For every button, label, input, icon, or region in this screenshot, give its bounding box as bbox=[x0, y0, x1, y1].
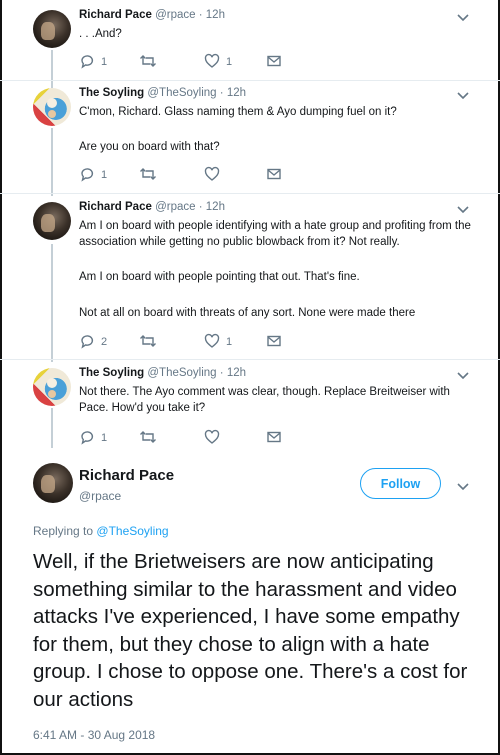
tweet-text: Are you on board with that? bbox=[79, 141, 220, 153]
reply-count: 1 bbox=[101, 169, 108, 181]
retweet-button[interactable] bbox=[139, 429, 163, 447]
tweet-header: Richard Pace @rpace · 12h bbox=[79, 9, 225, 21]
author-name[interactable]: Richard Pace bbox=[79, 467, 174, 484]
retweet-icon bbox=[139, 429, 157, 448]
reply-button[interactable]: 1 bbox=[79, 166, 107, 184]
heart-icon bbox=[204, 429, 220, 448]
separator: · bbox=[198, 9, 203, 21]
avatar[interactable] bbox=[33, 463, 73, 503]
reply-icon bbox=[79, 429, 95, 448]
reply-button[interactable]: 1 bbox=[79, 429, 107, 447]
retweet-icon bbox=[139, 53, 157, 72]
follow-button[interactable]: Follow bbox=[360, 468, 441, 499]
avatar[interactable] bbox=[33, 368, 71, 406]
replying-handle-link[interactable]: @TheSoyling bbox=[96, 524, 168, 538]
avatar[interactable] bbox=[33, 10, 71, 48]
reply-icon bbox=[79, 333, 95, 352]
reply-button[interactable]: 1 bbox=[79, 53, 107, 71]
separator: · bbox=[219, 87, 224, 99]
retweet-icon bbox=[139, 166, 157, 185]
message-button[interactable] bbox=[266, 166, 282, 184]
tweet-text: C'mon, Richard. Glass naming them & Ayo … bbox=[79, 106, 397, 118]
author-name[interactable]: The Soyling bbox=[79, 367, 144, 379]
author-handle[interactable]: @rpace bbox=[155, 9, 195, 21]
retweet-button[interactable] bbox=[139, 333, 163, 351]
like-button[interactable]: 1 bbox=[204, 333, 232, 351]
author-handle[interactable]: @rpace bbox=[155, 201, 195, 213]
tweet-text: Am I on board with people pointing that … bbox=[79, 271, 360, 283]
chevron-down-icon[interactable] bbox=[456, 479, 470, 493]
separator: · bbox=[198, 201, 203, 213]
divider bbox=[0, 193, 500, 194]
author-handle[interactable]: @rpace bbox=[79, 489, 121, 503]
message-button[interactable] bbox=[266, 53, 282, 71]
reply-button[interactable]: 2 bbox=[79, 333, 107, 351]
reply-icon bbox=[79, 53, 95, 72]
tweet-text: Not there. The Ayo comment was clear, th… bbox=[79, 386, 450, 414]
thread-line bbox=[51, 408, 53, 448]
reply-icon bbox=[79, 166, 95, 185]
author-handle[interactable]: @TheSoyling bbox=[147, 367, 216, 379]
tweet-header: The Soyling @TheSoyling · 12h bbox=[79, 367, 246, 379]
thread-line bbox=[51, 50, 53, 88]
author-name[interactable]: The Soyling bbox=[79, 87, 144, 99]
reply-count: 1 bbox=[101, 432, 108, 444]
tweet-text: Not at all on board with threats of any … bbox=[79, 307, 416, 319]
chevron-down-icon[interactable] bbox=[456, 368, 470, 382]
retweet-icon bbox=[139, 333, 157, 352]
avatar[interactable] bbox=[33, 88, 71, 126]
separator: · bbox=[219, 367, 224, 379]
chevron-down-icon[interactable] bbox=[456, 202, 470, 216]
tweet-timestamp[interactable]: 6:41 AM - 30 Aug 2018 bbox=[33, 728, 155, 742]
author-handle[interactable]: @TheSoyling bbox=[147, 87, 216, 99]
retweet-button[interactable] bbox=[139, 53, 163, 71]
chevron-down-icon[interactable] bbox=[456, 10, 470, 24]
heart-icon bbox=[204, 333, 220, 352]
heart-icon bbox=[204, 53, 220, 72]
message-icon bbox=[266, 429, 282, 448]
tweet-time[interactable]: 12h bbox=[227, 367, 246, 379]
thread-line bbox=[51, 128, 53, 196]
message-icon bbox=[266, 333, 282, 352]
avatar[interactable] bbox=[33, 202, 71, 240]
tweet-time[interactable]: 12h bbox=[206, 201, 225, 213]
tweet-text: . . .And? bbox=[79, 28, 122, 40]
like-button[interactable]: 1 bbox=[204, 53, 232, 71]
like-count: 1 bbox=[226, 336, 233, 348]
replying-prefix: Replying to bbox=[33, 524, 94, 538]
reply-count: 2 bbox=[101, 336, 108, 348]
tweet-time[interactable]: 12h bbox=[206, 9, 225, 21]
like-button[interactable] bbox=[204, 429, 226, 447]
main-tweet-text: Well, if the Brietweisers are now antici… bbox=[33, 550, 468, 711]
divider bbox=[0, 359, 500, 360]
heart-icon bbox=[204, 166, 220, 185]
like-button[interactable] bbox=[204, 166, 226, 184]
message-icon bbox=[266, 166, 282, 185]
like-count: 1 bbox=[226, 56, 233, 68]
divider bbox=[0, 80, 500, 81]
message-button[interactable] bbox=[266, 429, 282, 447]
thread-line bbox=[51, 244, 53, 362]
chevron-down-icon[interactable] bbox=[456, 88, 470, 102]
tweet-header: The Soyling @TheSoyling · 12h bbox=[79, 87, 246, 99]
replying-to: Replying to @TheSoyling bbox=[33, 524, 169, 538]
message-icon bbox=[266, 53, 282, 72]
retweet-button[interactable] bbox=[139, 166, 163, 184]
author-name[interactable]: Richard Pace bbox=[79, 201, 152, 213]
tweet-header: Richard Pace @rpace · 12h bbox=[79, 201, 225, 213]
tweet-text: Am I on board with people identifying wi… bbox=[79, 220, 471, 248]
reply-count: 1 bbox=[101, 56, 108, 68]
message-button[interactable] bbox=[266, 333, 282, 351]
tweet-time[interactable]: 12h bbox=[227, 87, 246, 99]
author-name[interactable]: Richard Pace bbox=[79, 9, 152, 21]
